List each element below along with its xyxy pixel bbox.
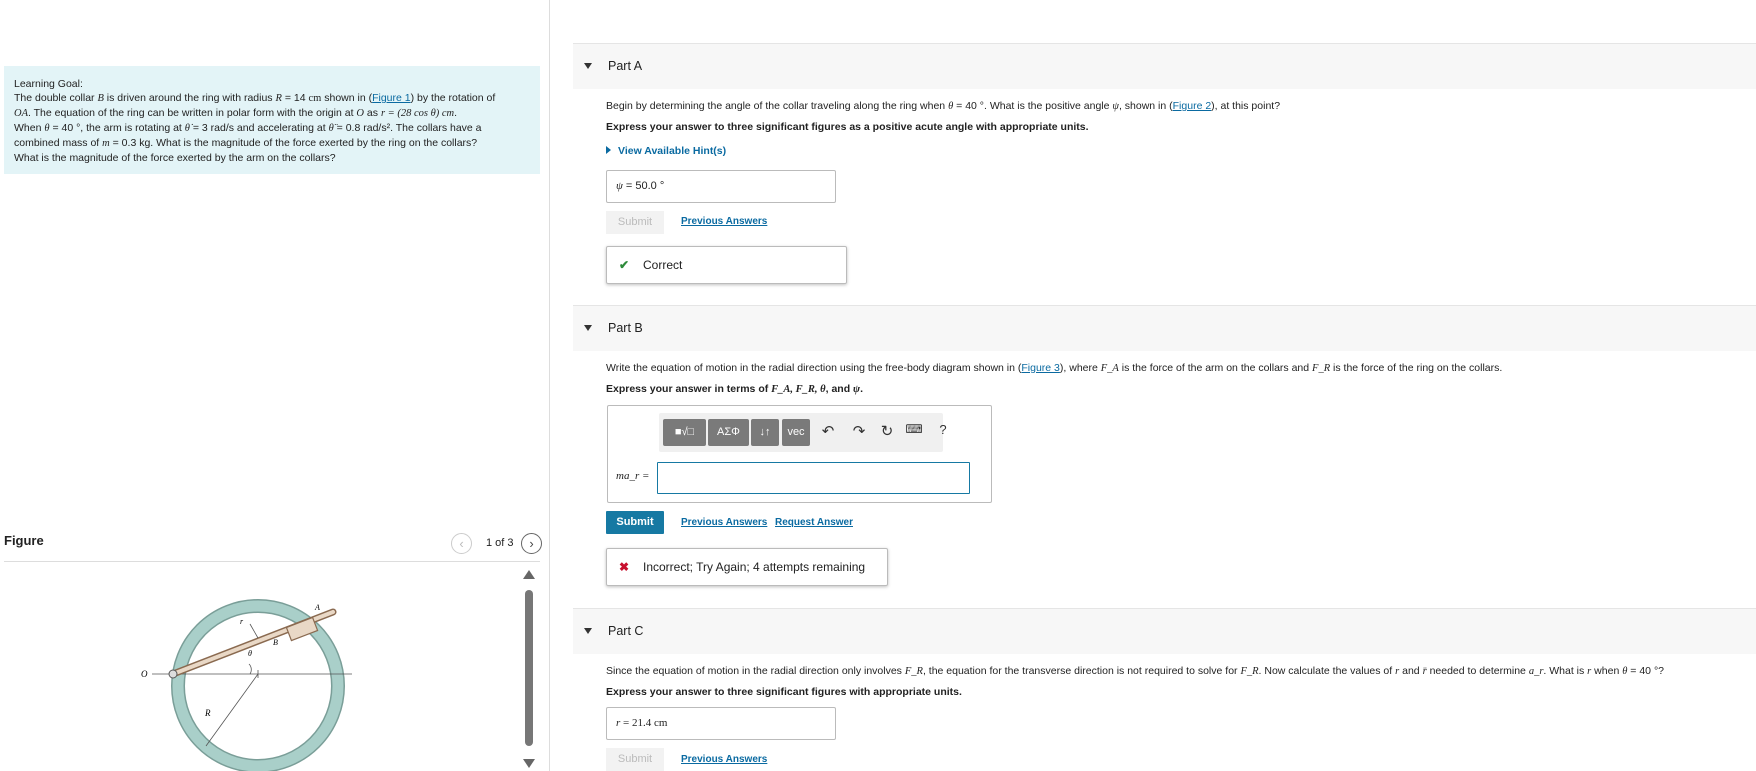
figure-scrollbar[interactable] <box>522 570 536 771</box>
label-R: R <box>204 708 211 718</box>
figure-next-button[interactable]: › <box>521 533 542 554</box>
part-b-header[interactable]: Part B <box>573 305 1756 351</box>
figure-1-link[interactable]: Figure 1 <box>372 92 411 104</box>
view-hints-toggle[interactable]: View Available Hint(s) <box>606 145 726 157</box>
learning-goal-line-5: What is the magnitude of the force exert… <box>14 152 336 164</box>
r-arrow <box>249 623 259 639</box>
label-B: B <box>273 638 278 647</box>
scroll-up-icon[interactable] <box>523 570 535 579</box>
label-theta: θ <box>248 649 252 658</box>
part-b-submit-button[interactable]: Submit <box>606 511 664 534</box>
part-c-header[interactable]: Part C <box>573 608 1756 654</box>
learning-goal-line-3: When θ = 40 °, the arm is rotating at θ̇… <box>14 122 482 134</box>
answer-input[interactable] <box>657 462 970 494</box>
left-panel: Learning Goal: The double collar B is dr… <box>0 0 550 771</box>
figure-prev-button[interactable]: ‹ <box>451 533 472 554</box>
part-a-feedback: ✔ Correct <box>606 246 847 284</box>
caret-down-icon <box>584 325 592 331</box>
label-O: O <box>141 669 148 679</box>
label-r: r <box>240 617 244 626</box>
part-c-question: Since the equation of motion in the radi… <box>606 665 1664 677</box>
arrows-button[interactable]: ↓↑ <box>751 419 779 446</box>
part-a-previous-answers-link[interactable]: Previous Answers <box>681 216 767 227</box>
template-button[interactable]: ■√□ <box>663 419 706 446</box>
math-editor: ■√□ ΑΣΦ ↓↑ vec ↶ ↷ ↻ ⌨ ? ma_r = <box>607 405 992 503</box>
check-icon: ✔ <box>619 258 630 272</box>
learning-goal-line-4: combined mass of m = 0.3 kg. What is the… <box>14 137 478 149</box>
scroll-thumb[interactable] <box>525 590 533 746</box>
editor-label: ma_r = <box>616 470 650 482</box>
part-a-answer: ψ = 50.0 ° <box>606 170 836 203</box>
caret-right-icon <box>606 146 611 154</box>
ring-diagram: O A B r θ R <box>141 599 352 771</box>
part-b-feedback: ✖ Incorrect; Try Again; 4 attempts remain… <box>606 548 888 586</box>
keyboard-icon[interactable]: ⌨ <box>905 422 923 436</box>
part-a-header[interactable]: Part A <box>573 43 1756 89</box>
figure-counter: 1 of 3 <box>486 537 514 549</box>
part-c-title: Part C <box>608 624 644 638</box>
part-b-title: Part B <box>608 321 643 335</box>
pivot-O <box>168 669 178 679</box>
editor-toolbar: ■√□ ΑΣΦ ↓↑ vec ↶ ↷ ↻ ⌨ ? <box>659 413 947 452</box>
caret-down-icon <box>584 628 592 634</box>
chevron-right-icon: › <box>529 536 534 551</box>
greek-button[interactable]: ΑΣΦ <box>708 419 749 446</box>
part-c-instruction: Express your answer to three significant… <box>606 686 962 698</box>
theta-arc <box>248 663 252 675</box>
part-c-previous-answers-link[interactable]: Previous Answers <box>681 754 767 765</box>
learning-goal: Learning Goal: The double collar B is dr… <box>4 66 540 174</box>
part-b-instruction: Express your answer in terms of F_A, F_R… <box>606 383 863 395</box>
label-A: A <box>314 603 320 612</box>
reset-icon[interactable]: ↻ <box>878 422 896 440</box>
radius-line <box>205 673 259 747</box>
undo-icon[interactable]: ↶ <box>819 422 837 440</box>
help-button[interactable]: ? <box>934 422 952 437</box>
figure-header: Figure ‹ 1 of 3 › <box>4 530 542 562</box>
learning-goal-title: Learning Goal: <box>14 78 83 90</box>
vec-button[interactable]: vec <box>782 419 810 446</box>
figure-2-link[interactable]: Figure 2 <box>1173 100 1212 112</box>
part-b-previous-answers-link[interactable]: Previous Answers <box>681 517 767 528</box>
redo-icon[interactable]: ↷ <box>850 422 868 440</box>
figure-3-link[interactable]: Figure 3 <box>1021 362 1060 374</box>
part-a-question: Begin by determining the angle of the co… <box>606 100 1281 112</box>
part-a-submit-button[interactable]: Submit <box>606 211 664 234</box>
figure-image: O A B r θ R <box>140 582 370 771</box>
scroll-down-icon[interactable] <box>523 759 535 768</box>
figure-title: Figure <box>4 533 44 548</box>
chevron-left-icon: ‹ <box>459 536 464 551</box>
part-a-instruction: Express your answer to three significant… <box>606 121 1089 133</box>
part-b-question: Write the equation of motion in the radi… <box>606 362 1503 374</box>
learning-goal-line-1: The double collar B is driven around the… <box>14 92 496 104</box>
part-a-title: Part A <box>608 59 643 73</box>
part-c-submit-button[interactable]: Submit <box>606 748 664 771</box>
part-c-answer: r = 21.4 cm <box>606 707 836 740</box>
x-icon: ✖ <box>619 560 630 574</box>
request-answer-link[interactable]: Request Answer <box>775 517 853 528</box>
learning-goal-line-2: OA. The equation of the ring can be writ… <box>14 107 458 119</box>
caret-down-icon <box>584 63 592 69</box>
